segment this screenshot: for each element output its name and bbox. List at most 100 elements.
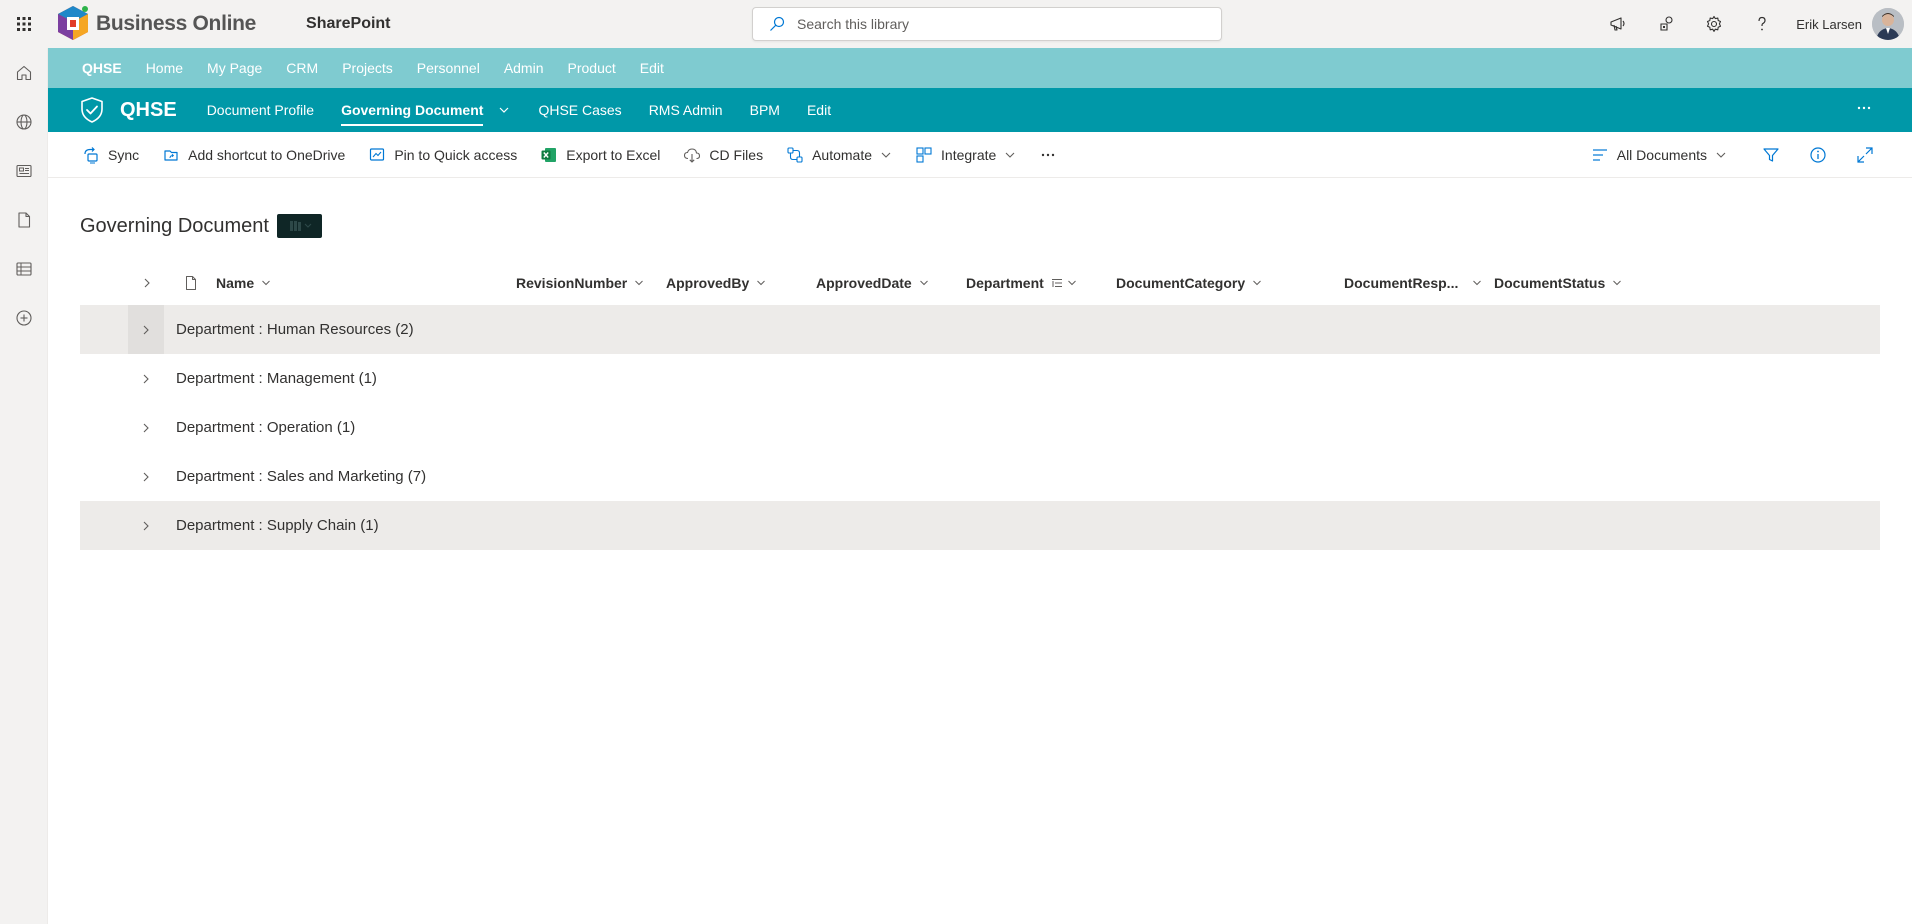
group-header-row[interactable]: Department : Sales and Marketing (7) xyxy=(80,452,1880,501)
settings-icon[interactable] xyxy=(1690,0,1738,48)
app-launcher-icon[interactable] xyxy=(0,0,48,48)
business-online-logo-icon xyxy=(58,6,88,40)
hub-nav-product[interactable]: Product xyxy=(568,60,616,76)
column-header-label: Name xyxy=(216,275,255,291)
chevron-right-icon[interactable] xyxy=(128,354,164,403)
hub-nav-admin[interactable]: Admin xyxy=(504,60,544,76)
site-nav-edit[interactable]: Edit xyxy=(807,88,831,132)
cd-files-label: CD Files xyxy=(709,146,764,163)
sync-icon xyxy=(84,146,98,163)
app-bar xyxy=(0,48,48,924)
chevron-right-icon[interactable] xyxy=(128,452,164,501)
help-icon[interactable] xyxy=(1738,0,1786,48)
hub-nav-qhse[interactable]: QHSE xyxy=(82,60,122,76)
integrate-button[interactable]: Integrate xyxy=(915,132,1016,178)
info-icon[interactable] xyxy=(1794,132,1841,178)
add-shortcut-button[interactable]: Add shortcut to OneDrive xyxy=(162,132,345,178)
site-nav-governing-document[interactable]: Governing Document xyxy=(341,88,484,132)
column-headers: Name RevisionNumber ApprovedBy ApprovedD… xyxy=(80,262,1880,304)
chevron-down-icon xyxy=(1253,280,1261,286)
shield-check-icon[interactable] xyxy=(78,96,106,124)
view-selector[interactable]: All Documents xyxy=(1591,132,1727,178)
hub-nav-edit[interactable]: Edit xyxy=(640,60,664,76)
suite-bar: Business Online SharePoint Erik Larsen xyxy=(0,0,1912,48)
site-nav-rms-admin[interactable]: RMS Admin xyxy=(649,88,723,132)
column-header-approveddate[interactable]: ApprovedDate xyxy=(816,262,929,304)
more-options-icon[interactable] xyxy=(1856,100,1872,116)
user-name[interactable]: Erik Larsen xyxy=(1796,17,1862,32)
integrate-icon xyxy=(916,146,932,163)
search-icon xyxy=(770,16,785,31)
app-name[interactable]: SharePoint xyxy=(306,15,390,33)
hub-nav-projects[interactable]: Projects xyxy=(342,60,393,76)
sync-button[interactable]: Sync xyxy=(82,132,139,178)
chevron-right-icon[interactable] xyxy=(128,501,164,550)
group-header-row[interactable]: Department : Supply Chain (1) xyxy=(80,501,1880,550)
automate-label: Automate xyxy=(812,146,873,163)
column-header-label: Department xyxy=(966,275,1044,291)
chevron-down-icon xyxy=(1067,280,1076,286)
column-header-revisionnumber[interactable]: RevisionNumber xyxy=(516,262,644,304)
hub-navigation: QHSE Home My Page CRM Projects Personnel… xyxy=(48,48,1912,88)
column-header-documentstatus[interactable]: DocumentStatus xyxy=(1494,262,1622,304)
column-header-approvedby[interactable]: ApprovedBy xyxy=(666,262,766,304)
chevron-down-icon xyxy=(262,280,270,286)
filter-icon[interactable] xyxy=(1747,132,1794,178)
add-shortcut-label: Add shortcut to OneDrive xyxy=(188,146,346,163)
chevron-down-icon[interactable] xyxy=(498,104,510,116)
chevron-down-icon xyxy=(919,280,928,286)
column-header-documentresponsible[interactable]: DocumentResp... xyxy=(1344,262,1482,304)
chevron-right-icon[interactable] xyxy=(128,305,164,354)
site-nav-document-profile[interactable]: Document Profile xyxy=(207,88,314,132)
search-input[interactable] xyxy=(797,16,1197,32)
chevron-right-icon[interactable] xyxy=(128,403,164,452)
pin-icon xyxy=(370,147,385,161)
document-icon[interactable] xyxy=(0,195,48,244)
command-bar: Sync Add shortcut to OneDrive Pin to Qui… xyxy=(48,132,1912,178)
search-box[interactable] xyxy=(752,7,1222,41)
view-lines-icon xyxy=(1592,149,1607,161)
file-type-icon[interactable] xyxy=(176,262,199,304)
excel-icon xyxy=(541,147,557,162)
site-nav-qhse-cases[interactable]: QHSE Cases xyxy=(538,88,621,132)
column-header-documentcategory[interactable]: DocumentCategory xyxy=(1116,262,1262,304)
column-header-department[interactable]: Department xyxy=(966,262,1077,304)
pin-quick-access-label: Pin to Quick access xyxy=(394,146,518,163)
expand-all-chevron-icon[interactable] xyxy=(134,262,153,304)
hub-nav-crm[interactable]: CRM xyxy=(286,60,318,76)
group-header-row[interactable]: Department : Human Resources (2) xyxy=(80,305,1880,354)
cd-files-button[interactable]: CD Files xyxy=(683,132,763,178)
hub-nav-home[interactable]: Home xyxy=(146,60,183,76)
ellipsis-icon xyxy=(1042,153,1055,156)
site-header: QHSE Document Profile Governing Document… xyxy=(48,88,1912,132)
globe-icon[interactable] xyxy=(0,97,48,146)
list-icon[interactable] xyxy=(0,244,48,293)
home-icon[interactable] xyxy=(0,48,48,97)
site-nav-bpm[interactable]: BPM xyxy=(750,88,780,132)
add-circle-icon[interactable] xyxy=(0,293,48,342)
chevron-down-icon xyxy=(757,280,766,286)
library-view-switcher[interactable] xyxy=(276,214,322,238)
chevron-down-icon xyxy=(881,152,891,158)
more-commands-button[interactable] xyxy=(1039,132,1065,178)
expand-icon[interactable] xyxy=(1841,132,1888,178)
pin-quick-access-button[interactable]: Pin to Quick access xyxy=(368,132,517,178)
hub-nav-personnel[interactable]: Personnel xyxy=(417,60,480,76)
chevron-down-icon xyxy=(1613,280,1622,286)
column-header-label: RevisionNumber xyxy=(516,275,628,291)
column-header-name[interactable]: Name xyxy=(216,262,271,304)
hub-nav-my-page[interactable]: My Page xyxy=(207,60,262,76)
news-icon[interactable] xyxy=(0,146,48,195)
column-header-label: ApprovedDate xyxy=(816,275,912,291)
megaphone-icon[interactable] xyxy=(1594,0,1642,48)
group-header-row[interactable]: Department : Operation (1) xyxy=(80,403,1880,452)
people-connect-icon[interactable] xyxy=(1642,0,1690,48)
brand[interactable]: Business Online xyxy=(52,0,256,48)
avatar[interactable] xyxy=(1872,8,1904,40)
export-excel-button[interactable]: Export to Excel xyxy=(540,132,660,178)
onedrive-shortcut-icon xyxy=(164,149,178,161)
library-title-row: Governing Document xyxy=(80,214,322,238)
automate-button[interactable]: Automate xyxy=(786,132,892,178)
group-header-row[interactable]: Department : Management (1) xyxy=(80,354,1880,403)
site-title[interactable]: QHSE xyxy=(120,99,177,122)
